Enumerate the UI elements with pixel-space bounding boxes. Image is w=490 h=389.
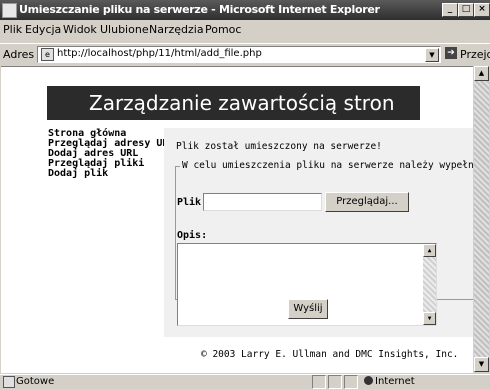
status-cell: [344, 375, 358, 389]
status-cell: [328, 375, 342, 389]
scroll-up-icon[interactable]: ▲: [423, 244, 436, 257]
upload-fieldset: W celu umieszczenia pliku na serwerze na…: [175, 160, 473, 326]
scroll-up-icon[interactable]: ▲: [474, 66, 489, 81]
textarea-scrollbar[interactable]: ▲ ▼: [423, 244, 436, 325]
page-viewport: Zarządzanie zawartością stron Strona głó…: [1, 66, 473, 373]
security-zone: Internet: [375, 376, 415, 387]
site-navigation: Strona główna Przeglądaj adresy URL Doda…: [48, 129, 174, 179]
success-message: Plik został umieszczony na serwerze!: [176, 141, 382, 152]
go-arrow-icon[interactable]: ➔: [445, 47, 457, 59]
description-label: Opis:: [177, 230, 208, 241]
menu-widok[interactable]: Widok: [63, 23, 97, 36]
submit-button[interactable]: Wyślij: [288, 299, 328, 319]
browse-button[interactable]: Przeglądaj...: [325, 192, 409, 212]
menu-bar: Plik Edycja Widok Ulubione Narzędzia Pom…: [0, 22, 490, 38]
address-input[interactable]: e http://localhost/php/11/html/add_file.…: [37, 46, 441, 63]
menu-narzedzia[interactable]: Narzędzia: [149, 23, 204, 36]
ie-page-icon: [2, 3, 17, 18]
window-title: Umieszczanie pliku na serwerze - Microso…: [19, 3, 380, 16]
address-label: Adres: [3, 48, 35, 61]
status-bar: Gotowe Internet: [0, 374, 490, 389]
page-footer: © 2003 Larry E. Ullman and DMC Insights,…: [201, 349, 459, 360]
page-scrollbar[interactable]: ▲ ▼: [474, 66, 489, 372]
globe-icon: [364, 376, 373, 385]
chevron-down-icon[interactable]: ▼: [425, 48, 439, 62]
go-button[interactable]: Przejdź: [460, 48, 490, 61]
status-text: Gotowe: [16, 376, 55, 387]
menu-pomoc[interactable]: Pomoc: [205, 23, 241, 36]
nav-link-add-file[interactable]: Dodaj plik: [48, 169, 174, 179]
page-banner: Zarządzanie zawartością stron: [47, 86, 420, 120]
maximize-button[interactable]: □: [458, 3, 474, 17]
menu-edycja[interactable]: Edycja: [25, 23, 61, 36]
minimize-button[interactable]: _: [442, 3, 458, 17]
scroll-down-icon[interactable]: ▼: [474, 357, 489, 372]
menu-ulubione[interactable]: Ulubione: [100, 23, 149, 36]
title-bar: Umieszczanie pliku na serwerze - Microso…: [0, 0, 490, 20]
page-icon: [3, 376, 15, 388]
status-cell: [312, 375, 326, 389]
scroll-down-icon[interactable]: ▼: [423, 312, 436, 325]
fieldset-legend: W celu umieszczenia pliku na serwerze na…: [180, 160, 473, 171]
menu-plik[interactable]: Plik: [3, 23, 22, 36]
content-panel: Plik został umieszczony na serwerze! W c…: [164, 128, 473, 337]
file-input[interactable]: [203, 193, 322, 211]
address-bar: Adres e http://localhost/php/11/html/add…: [0, 43, 490, 64]
address-url[interactable]: http://localhost/php/11/html/add_file.ph…: [57, 48, 262, 59]
banner-title: Zarządzanie zawartością stron: [89, 91, 395, 115]
page-icon: e: [41, 48, 54, 61]
close-button[interactable]: ×: [474, 3, 490, 17]
